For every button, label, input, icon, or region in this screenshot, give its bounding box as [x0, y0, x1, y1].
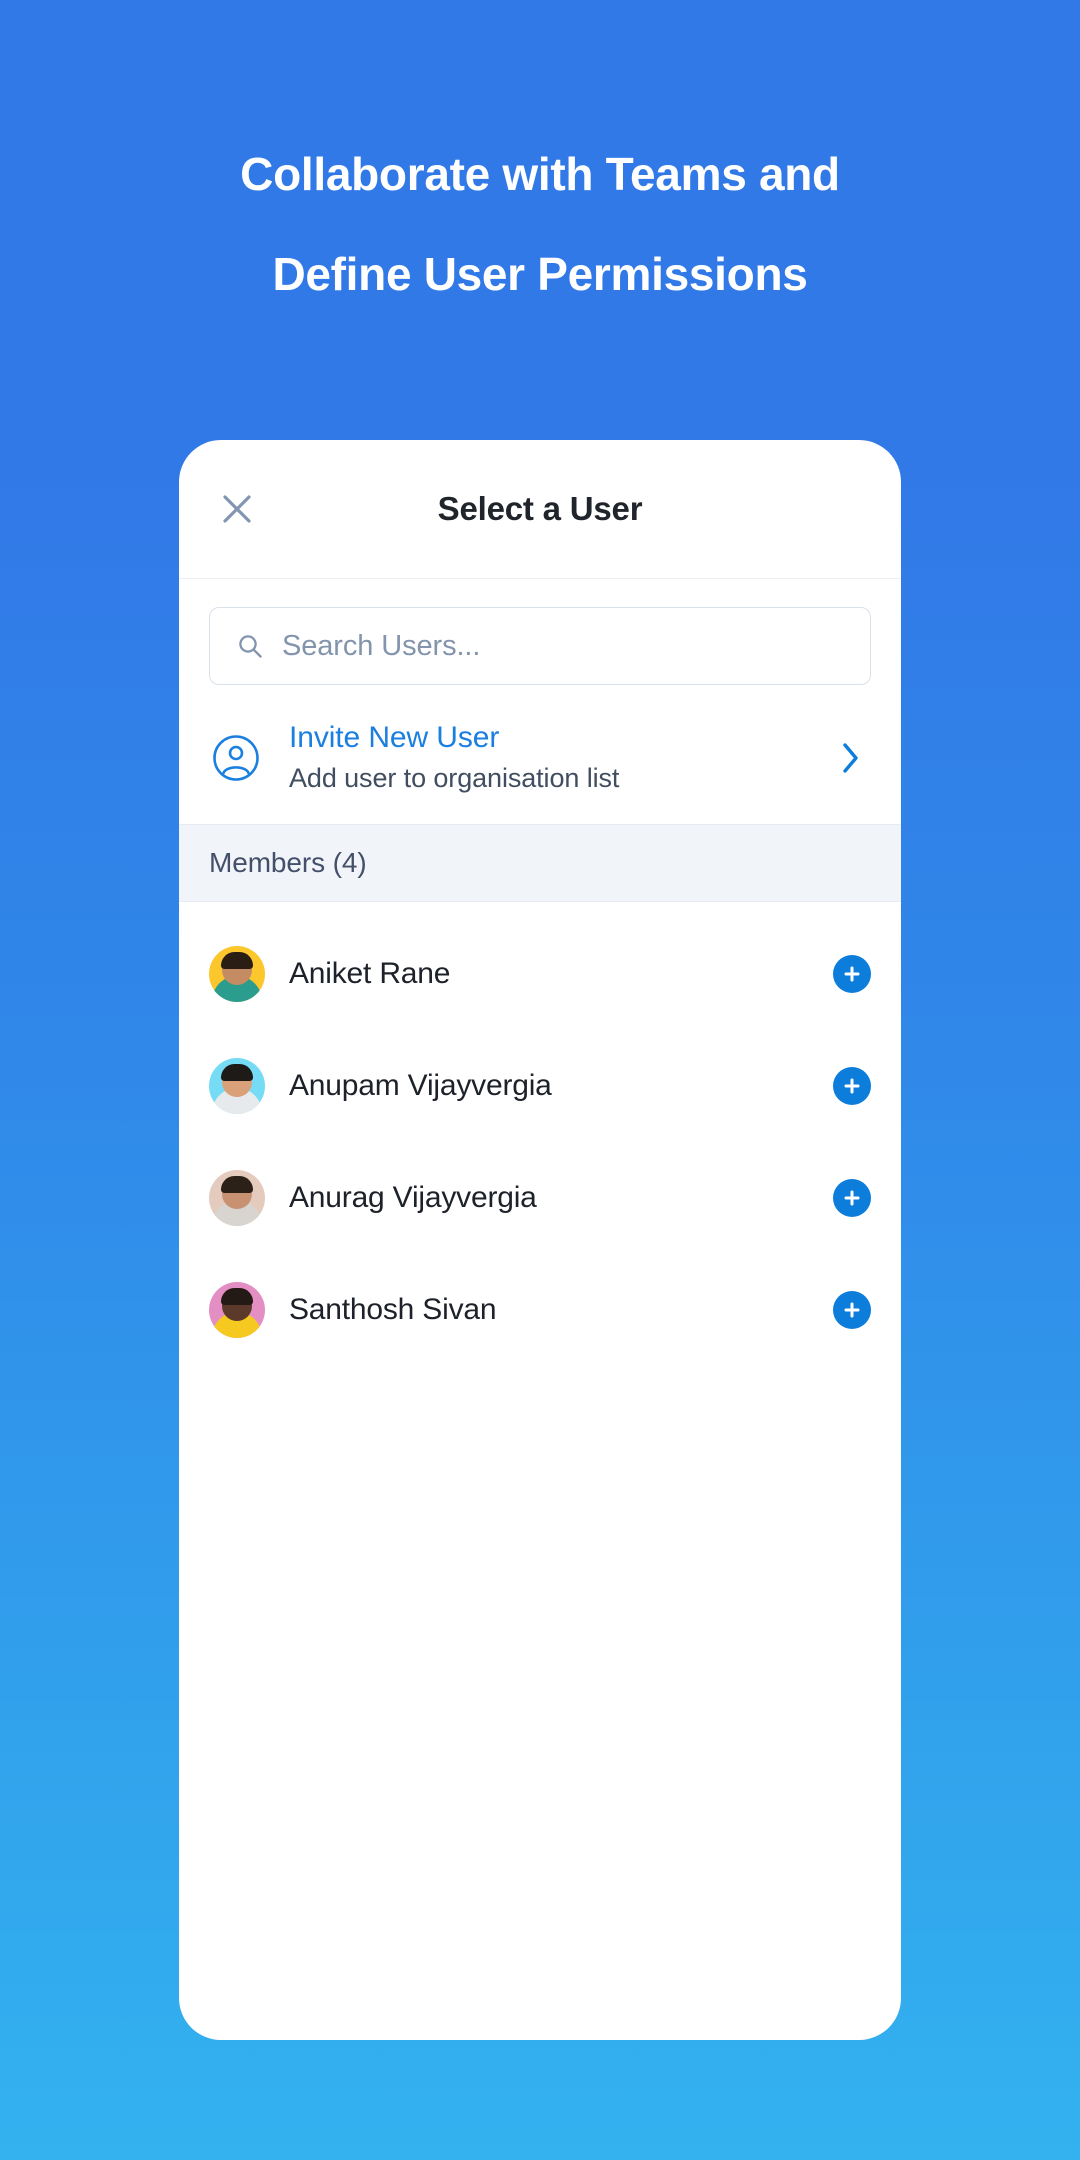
plus-icon [844, 966, 860, 982]
member-row-aniket-rane[interactable]: Aniket Rane [179, 918, 901, 1030]
members-list: Aniket Rane Anupam Vijayvergia Anurag Vi… [179, 902, 901, 2040]
invite-new-user-title: Invite New User [289, 721, 500, 754]
add-member-button[interactable] [833, 1067, 871, 1105]
close-button[interactable] [209, 481, 265, 537]
member-name: Anurag Vijayvergia [289, 1181, 537, 1214]
avatar [209, 1058, 265, 1114]
select-user-modal: Select a User Search Users... Invite New… [179, 440, 901, 2040]
avatar [209, 946, 265, 1002]
add-member-button[interactable] [833, 1179, 871, 1217]
avatar [209, 1282, 265, 1338]
chevron-right-icon [831, 739, 871, 777]
member-row-anurag-vijayvergia[interactable]: Anurag Vijayvergia [179, 1142, 901, 1254]
avatar [209, 1170, 265, 1226]
member-name: Santhosh Sivan [289, 1293, 497, 1326]
add-member-button[interactable] [833, 955, 871, 993]
plus-icon [844, 1190, 860, 1206]
members-count-label: Members (4) [209, 847, 367, 878]
search-section: Search Users... [179, 579, 901, 711]
hero-heading: Collaborate with Teams and Define User P… [0, 0, 1080, 324]
plus-icon [844, 1302, 860, 1318]
close-icon [223, 495, 251, 523]
hero-heading-line-1: Collaborate with Teams and [240, 148, 840, 200]
members-section-header: Members (4) [179, 824, 901, 902]
user-circle-icon [209, 733, 263, 783]
member-row-santhosh-sivan[interactable]: Santhosh Sivan [179, 1254, 901, 1366]
modal-header: Select a User [179, 440, 901, 579]
plus-icon [844, 1078, 860, 1094]
search-placeholder: Search Users... [282, 629, 481, 662]
member-name: Aniket Rane [289, 957, 451, 990]
invite-new-user-row[interactable]: Invite New User Add user to organisation… [179, 711, 901, 824]
member-name: Anupam Vijayvergia [289, 1069, 552, 1102]
invite-new-user-subtitle: Add user to organisation list [289, 763, 620, 793]
search-icon [236, 632, 264, 660]
add-member-button[interactable] [833, 1291, 871, 1329]
modal-title: Select a User [437, 490, 643, 527]
member-row-anupam-vijayvergia[interactable]: Anupam Vijayvergia [179, 1030, 901, 1142]
search-input[interactable]: Search Users... [209, 607, 871, 685]
hero-heading-line-2: Define User Permissions [272, 248, 808, 300]
